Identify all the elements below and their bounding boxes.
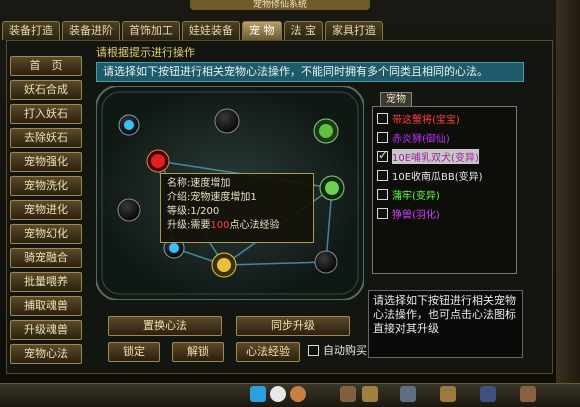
skill-node[interactable] xyxy=(314,250,338,274)
taskbar-icon[interactable] xyxy=(520,386,536,402)
menu-button[interactable]: 批量喂养 xyxy=(10,272,82,292)
tooltip-name: 速度增加 xyxy=(190,178,231,189)
window-title: 宠物修仙系统 xyxy=(190,0,370,10)
pet-row[interactable]: 蒲牢(变异) xyxy=(377,187,513,202)
auto-buy-label: 自动购买 xyxy=(323,344,367,357)
pet-checkbox[interactable] xyxy=(377,113,388,124)
taskbar-icon[interactable] xyxy=(340,386,356,402)
unlock-button[interactable]: 解锁 xyxy=(172,342,224,362)
taskbar-icon[interactable] xyxy=(362,386,378,402)
replace-skill-button[interactable]: 置换心法 xyxy=(108,316,222,336)
menu-button[interactable]: 去除妖石 xyxy=(10,128,82,148)
tooltip-upgrade-num: 100 xyxy=(210,220,230,231)
tooltip-level: 1/200 xyxy=(190,206,220,217)
pet-checkbox[interactable] xyxy=(377,132,388,143)
pet-name: 赤炎狮(御仙) xyxy=(392,134,450,145)
taskbar-icon[interactable] xyxy=(400,386,416,402)
tab-2[interactable]: 首饰加工 xyxy=(122,21,180,40)
hint-title: 请根据提示进行操作 xyxy=(96,46,195,59)
tooltip-intro: 宠物速度增加1 xyxy=(190,192,257,203)
hint-bar: 请选择如下按钮进行相关宠物心法操作，不能同时拥有多个同类且相同的心法。 xyxy=(96,62,524,82)
tooltip-upgrade-pre: 需要 xyxy=(190,220,211,231)
skill-tooltip: 名称:速度增加 介绍:宠物速度增加1 等级:1/200 升级:需要100点心法经… xyxy=(160,173,314,243)
auto-buy-option[interactable]: 自动购买 xyxy=(308,342,367,358)
skill-node[interactable] xyxy=(313,118,339,144)
menu-button[interactable]: 升级魂兽 xyxy=(10,320,82,340)
pet-checkbox[interactable] xyxy=(377,208,388,219)
skill-node[interactable] xyxy=(118,114,140,136)
taskbar-icon[interactable] xyxy=(250,386,266,402)
lock-button[interactable]: 锁定 xyxy=(108,342,160,362)
skill-node[interactable] xyxy=(319,175,345,201)
tooltip-level-key: 等级: xyxy=(167,206,191,217)
menu-button[interactable]: 骑宠融合 xyxy=(10,248,82,268)
tab-bar: 装备打造 装备进阶 首饰加工 娃娃装备宠 物法 宝家具打造 xyxy=(2,21,383,40)
auto-buy-checkbox[interactable] xyxy=(308,344,319,356)
menu-button[interactable]: 宠物强化 xyxy=(10,152,82,172)
skill-node[interactable] xyxy=(117,198,141,222)
taskbar-icon[interactable] xyxy=(270,386,286,402)
pet-row[interactable]: 带这蟹将(宝宝) xyxy=(377,111,513,126)
pet-name: 带这蟹将(宝宝) xyxy=(392,115,460,126)
pet-row[interactable]: 赤炎狮(御仙) xyxy=(377,130,513,145)
menu-button[interactable]: 宠物进化 xyxy=(10,200,82,220)
pet-name: 蒲牢(变异) xyxy=(392,191,440,202)
pet-list: 带这蟹将(宝宝) 赤炎狮(御仙) 10E哺乳双犬(变异) 10E收南瓜BB(变异) 蒲牢… xyxy=(372,106,517,274)
skill-node[interactable] xyxy=(211,252,237,278)
skill-node[interactable] xyxy=(214,108,240,134)
tab-4[interactable]: 宠 物 xyxy=(242,21,282,40)
pet-row[interactable]: 狰兽(羽化) xyxy=(377,206,513,221)
tab-3[interactable]: 娃娃装备 xyxy=(182,21,240,40)
taskbar-icon[interactable] xyxy=(480,386,496,402)
pet-checkbox[interactable] xyxy=(377,170,388,181)
menu-button[interactable]: 捕取魂兽 xyxy=(10,296,82,316)
tooltip-upgrade-key: 升级: xyxy=(167,220,191,231)
skill-node[interactable] xyxy=(146,149,170,173)
pet-checkbox[interactable] xyxy=(377,148,388,162)
menu-button[interactable]: 宠物幻化 xyxy=(10,224,82,244)
taskbar-icon[interactable] xyxy=(440,386,456,402)
pet-checkbox[interactable] xyxy=(377,189,388,200)
side-decoration xyxy=(556,0,580,406)
tooltip-intro-key: 介绍: xyxy=(167,192,191,203)
tab-1[interactable]: 装备进阶 xyxy=(62,21,120,40)
pet-row[interactable]: 10E哺乳双犬(变异) xyxy=(377,148,513,164)
description-box: 请选择如下按钮进行相关宠物心法操作，也可点击心法图标直接对其升级 xyxy=(368,290,523,358)
taskbar-icon[interactable] xyxy=(290,386,306,402)
tab-0[interactable]: 装备打造 xyxy=(2,21,60,40)
tooltip-name-key: 名称: xyxy=(167,178,191,189)
pet-name: 狰兽(羽化) xyxy=(392,210,440,221)
tooltip-upgrade-post: 点心法经验 xyxy=(229,220,280,231)
tab-6[interactable]: 家具打造 xyxy=(325,21,383,40)
menu-button[interactable]: 妖石合成 xyxy=(10,80,82,100)
menu-button[interactable]: 打入妖石 xyxy=(10,104,82,124)
menu-button[interactable]: 宠物洗化 xyxy=(10,176,82,196)
menu-button[interactable]: 首 页 xyxy=(10,56,82,76)
tab-5[interactable]: 法 宝 xyxy=(283,21,323,40)
pet-row[interactable]: 10E收南瓜BB(变异) xyxy=(377,168,513,183)
sync-upgrade-button[interactable]: 同步升级 xyxy=(236,316,350,336)
pet-name: 10E哺乳双犬(变异) xyxy=(392,149,479,164)
menu-button[interactable]: 宠物心法 xyxy=(10,344,82,364)
skill-exp-button[interactable]: 心法经验 xyxy=(236,342,300,362)
pet-name: 10E收南瓜BB(变异) xyxy=(392,172,483,183)
